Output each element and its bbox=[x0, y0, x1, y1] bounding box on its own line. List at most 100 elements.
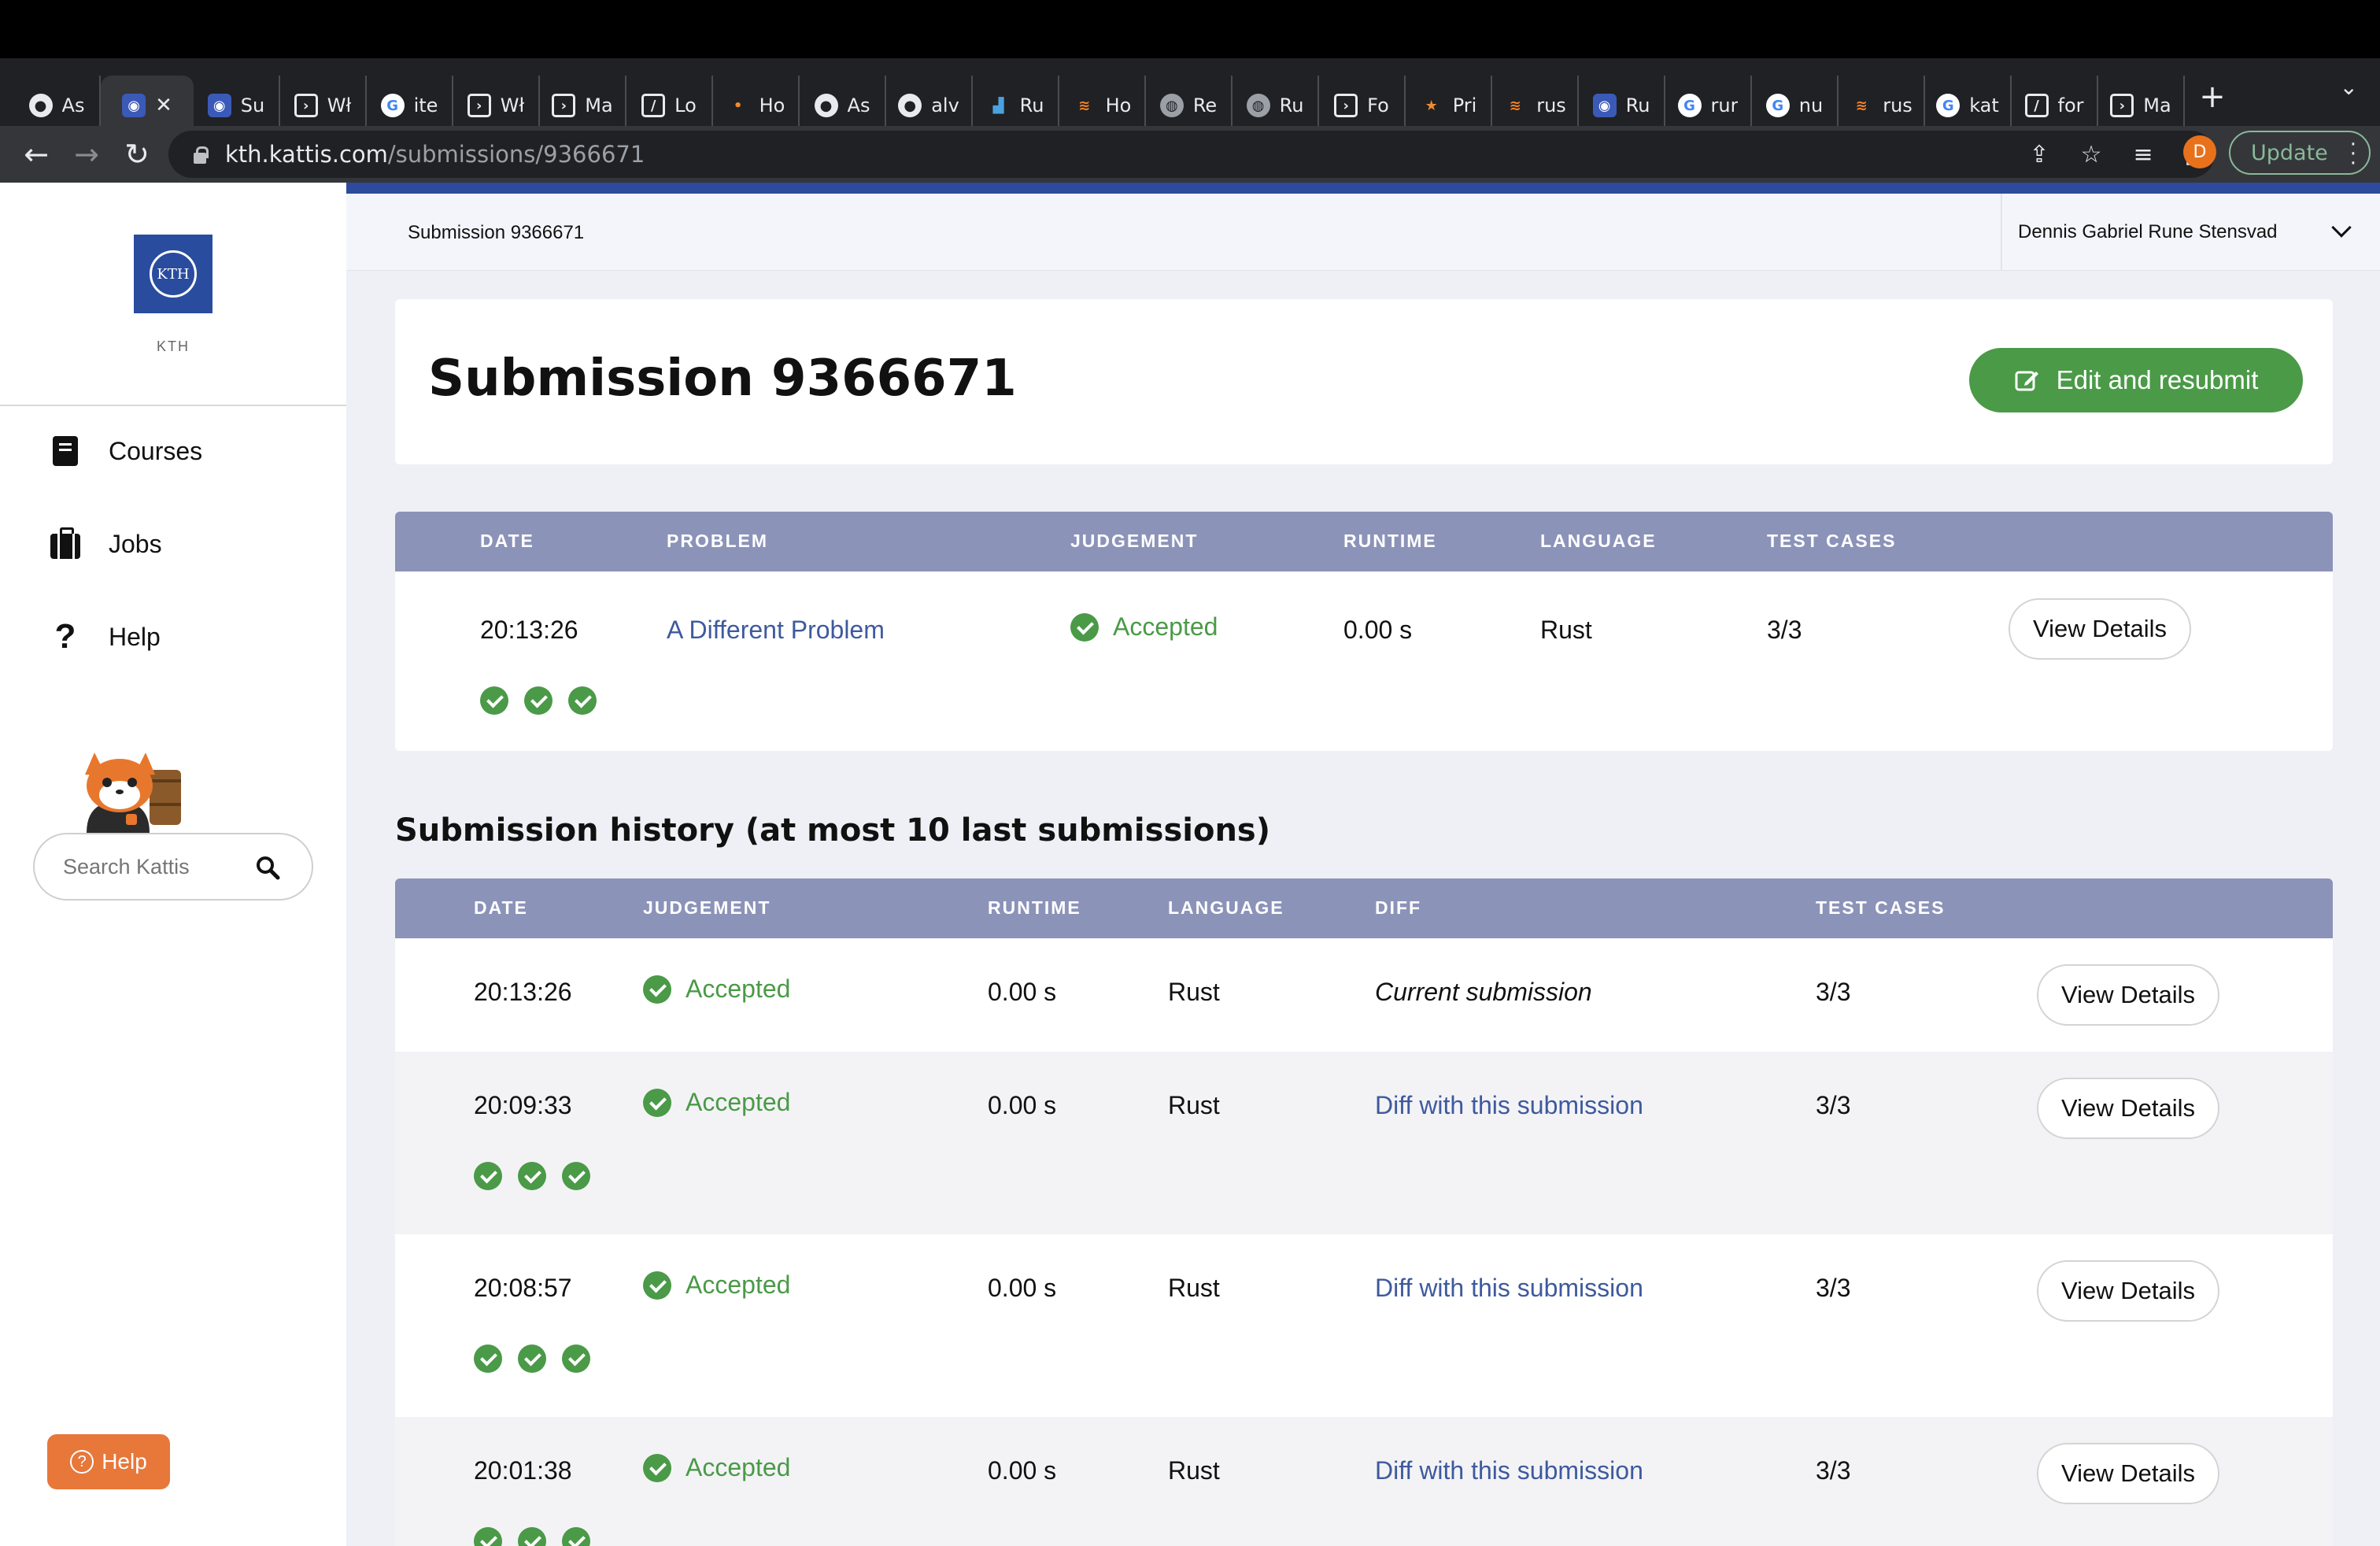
title-card: Submission 9366671 Edit and resubmit bbox=[395, 299, 2333, 464]
tab-title: ite bbox=[413, 94, 438, 117]
help-circle-icon: ? bbox=[70, 1450, 94, 1474]
date-cell: 20:09:33 bbox=[474, 1091, 572, 1119]
test-passed-icon bbox=[568, 686, 597, 715]
table-row: 20:08:57 Accepted 0.00 s Rust Diff with this… bbox=[395, 1234, 2333, 1417]
column-header: TEST CASES bbox=[1816, 897, 1946, 918]
problem-link[interactable]: A Different Problem bbox=[667, 616, 885, 645]
edit-button-label: Edit and resubmit bbox=[2056, 365, 2259, 394]
update-button[interactable]: Update · · · bbox=[2229, 131, 2371, 175]
history-table: DATE JUDGEMENT RUNTIME LANGUAGE DIFF TES… bbox=[395, 878, 2333, 1546]
test-passed-icon bbox=[474, 1527, 502, 1546]
tab-title: Lo bbox=[674, 94, 697, 117]
tab-title: Fo bbox=[1367, 94, 1389, 117]
judgement-cell: Accepted bbox=[643, 1270, 790, 1300]
tab-title: Pri bbox=[1452, 94, 1477, 117]
edit-icon bbox=[2015, 371, 2038, 391]
column-header: LANGUAGE bbox=[1540, 531, 1657, 551]
search-icon[interactable] bbox=[255, 855, 280, 880]
kth-logo[interactable]: KTH bbox=[134, 235, 213, 313]
test-passed-icon bbox=[518, 1162, 546, 1190]
tab-search-chevron-icon[interactable]: ⌄ bbox=[2340, 74, 2358, 100]
tab-title: rur bbox=[1710, 94, 1739, 117]
test-passed-icon bbox=[562, 1344, 590, 1373]
stackoverflow-icon: ≋ bbox=[1855, 97, 1868, 114]
test-passed-icon bbox=[562, 1162, 590, 1190]
diff-cell[interactable]: Diff with this submission bbox=[1375, 1091, 1643, 1120]
terminal-icon: › bbox=[552, 94, 576, 117]
language-cell: Rust bbox=[1540, 616, 1592, 644]
check-circle-icon bbox=[643, 1453, 671, 1482]
close-tab-icon[interactable]: ✕ bbox=[155, 94, 172, 117]
view-details-button[interactable]: View Details bbox=[2009, 598, 2191, 660]
kebab-menu-icon[interactable]: · · · bbox=[2350, 135, 2356, 174]
search-field[interactable] bbox=[33, 833, 313, 901]
runtime-cell: 0.00 s bbox=[988, 978, 1057, 1006]
tab-title: Wł bbox=[327, 94, 352, 117]
test-cases-cell: 3/3 bbox=[1767, 616, 1802, 644]
chart-icon: ▟ bbox=[992, 97, 1004, 114]
forward-button[interactable]: → bbox=[61, 129, 112, 179]
table-row: 20:09:33 Accepted 0.00 s Rust Diff with this… bbox=[395, 1052, 2333, 1234]
google-icon: G bbox=[1677, 94, 1702, 117]
judgement-cell: Accepted bbox=[643, 1453, 790, 1482]
tab-title: Wł bbox=[500, 94, 525, 117]
help-widget-button[interactable]: ? Help bbox=[47, 1434, 170, 1489]
view-details-button[interactable]: View Details bbox=[2037, 1443, 2219, 1504]
url-input[interactable]: kth.kattis.com/submissions/9366671 ⇪ ☆ ≡… bbox=[168, 131, 2215, 178]
language-cell: Rust bbox=[1168, 1091, 1220, 1119]
column-header: JUDGEMENT bbox=[643, 897, 771, 918]
view-details-button[interactable]: View Details bbox=[2037, 964, 2219, 1026]
test-cases-cell: 3/3 bbox=[1816, 978, 1851, 1006]
header-accent-bar bbox=[346, 183, 2380, 194]
diff-cell[interactable]: Diff with this submission bbox=[1375, 1274, 1643, 1303]
user-menu[interactable]: Dennis Gabriel Rune Stensvad bbox=[2001, 194, 2380, 271]
tab-title: Ru bbox=[1019, 94, 1044, 117]
edit-and-resubmit-button[interactable]: Edit and resubmit bbox=[1969, 348, 2303, 412]
logo-label: KTH bbox=[157, 338, 190, 354]
briefcase-icon bbox=[50, 527, 80, 559]
table-row: 20:01:38 Accepted 0.00 s Rust Diff with this… bbox=[395, 1417, 2333, 1546]
update-label: Update bbox=[2251, 140, 2328, 165]
kth-icon: ◉ bbox=[1592, 94, 1617, 117]
test-passed-icon bbox=[524, 686, 552, 715]
reload-button[interactable]: ↻ bbox=[112, 129, 162, 179]
reading-list-icon[interactable]: ≡ bbox=[2134, 141, 2153, 168]
sidebar-item-label: Courses bbox=[109, 436, 203, 465]
date-cell: 20:13:26 bbox=[480, 616, 578, 644]
test-case-icons bbox=[474, 1527, 590, 1546]
tab-title: Ru bbox=[1279, 94, 1304, 117]
column-header: TEST CASES bbox=[1767, 531, 1897, 551]
chevron-down-icon[interactable] bbox=[2331, 217, 2352, 238]
search-input[interactable] bbox=[63, 854, 252, 879]
share-icon[interactable]: ⇪ bbox=[2029, 141, 2049, 168]
dot-icon: • bbox=[733, 97, 743, 114]
view-details-button[interactable]: View Details bbox=[2037, 1078, 2219, 1139]
bookmark-star-icon[interactable]: ☆ bbox=[2081, 141, 2102, 168]
back-button[interactable]: ← bbox=[11, 129, 61, 179]
lock-icon[interactable] bbox=[192, 145, 209, 164]
judgement-cell: Accepted bbox=[643, 1088, 790, 1117]
rust-icon: ◍ bbox=[1159, 94, 1184, 117]
tab-title: Ru bbox=[1625, 94, 1650, 117]
view-details-button[interactable]: View Details bbox=[2037, 1260, 2219, 1322]
test-passed-icon bbox=[562, 1527, 590, 1546]
column-header: LANGUAGE bbox=[1168, 897, 1284, 918]
notes-icon: / bbox=[641, 94, 666, 117]
column-header: JUDGEMENT bbox=[1070, 531, 1199, 551]
terminal-icon: › bbox=[1334, 94, 1358, 117]
google-icon: G bbox=[1765, 94, 1790, 117]
column-header: RUNTIME bbox=[988, 897, 1081, 918]
language-cell: Rust bbox=[1168, 1456, 1220, 1485]
terminal-icon: › bbox=[2110, 94, 2134, 117]
new-tab-button[interactable]: + bbox=[2185, 79, 2240, 115]
diff-cell[interactable]: Diff with this submission bbox=[1375, 1456, 1643, 1485]
kth-icon: ◉ bbox=[122, 94, 146, 117]
sidebar-item-help[interactable]: ? Help bbox=[50, 617, 161, 656]
sidebar-item-jobs[interactable]: Jobs bbox=[50, 527, 162, 559]
sidebar: KTH KTH Courses Jobs ? Help Search Katti… bbox=[0, 183, 346, 1546]
sidebar-item-courses[interactable]: Courses bbox=[50, 436, 202, 466]
check-circle-icon bbox=[1070, 612, 1099, 642]
user-name: Dennis Gabriel Rune Stensvad bbox=[2018, 221, 2278, 242]
judgement-label: Accepted bbox=[1113, 612, 1218, 641]
profile-avatar[interactable]: D bbox=[2183, 135, 2216, 168]
